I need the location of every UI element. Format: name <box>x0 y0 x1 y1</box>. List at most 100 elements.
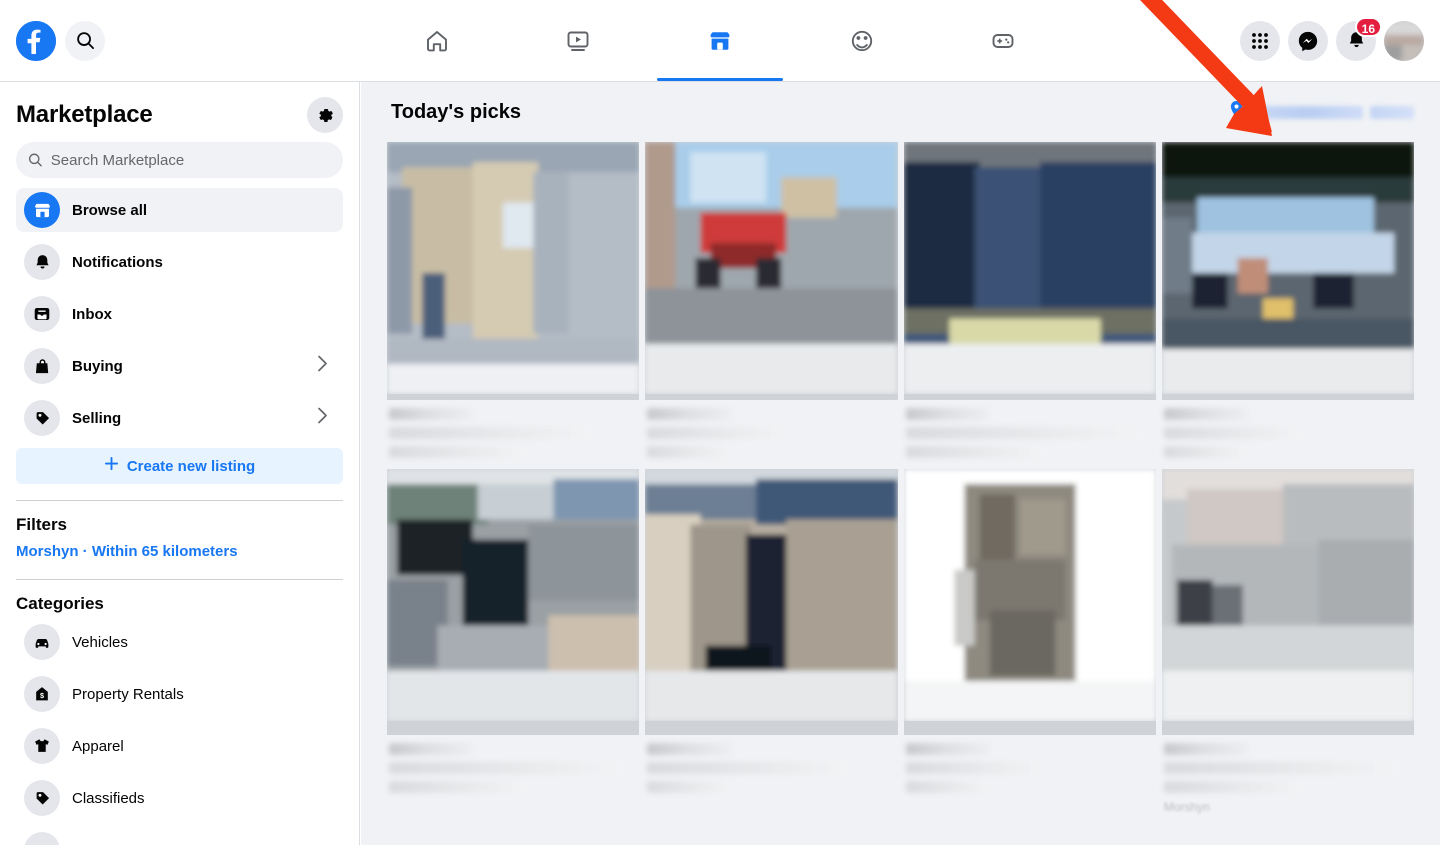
listing-title-redacted <box>647 762 851 774</box>
listing-card[interactable] <box>387 469 640 814</box>
listing-thumbnail[interactable] <box>903 142 1156 400</box>
category-item-property-rentals[interactable]: $ Property Rentals <box>16 672 343 716</box>
listing-card[interactable] <box>387 142 640 465</box>
listing-thumbnail[interactable] <box>1161 142 1414 400</box>
location-radius-filter[interactable]: Morshyn · Within 65 kilometers <box>16 541 343 563</box>
filters-heading: Filters <box>16 515 68 534</box>
listing-card[interactable]: Morshyn <box>1161 469 1414 814</box>
sidebar-item-label: Browse all <box>72 201 148 219</box>
category-label: Vehicles <box>72 633 128 651</box>
create-new-listing-button[interactable]: Create new listing <box>16 448 343 484</box>
listing-card[interactable] <box>1161 142 1414 465</box>
chevron-right-icon <box>316 354 329 379</box>
listing-card[interactable] <box>903 142 1156 465</box>
categories-heading: Categories <box>16 594 104 613</box>
notifications-bell-icon[interactable]: 16 <box>1336 16 1382 61</box>
car-icon <box>24 624 60 660</box>
listing-price-redacted <box>389 743 474 755</box>
tag-icon <box>24 780 60 816</box>
topbar-left-group <box>0 20 360 61</box>
listing-card[interactable] <box>645 469 898 814</box>
listing-title-redacted <box>389 762 625 774</box>
listing-location-redacted <box>905 446 1045 458</box>
tab-gaming[interactable] <box>932 0 1074 81</box>
sidebar-item-browse-all[interactable]: Browse all <box>16 188 343 232</box>
search-icon <box>28 153 42 167</box>
sidebar-item-buying[interactable]: Buying <box>16 344 343 388</box>
listing-price-redacted <box>647 408 732 420</box>
tab-underline <box>656 78 783 81</box>
tab-video[interactable] <box>508 0 650 81</box>
category-item-classifieds[interactable]: Classifieds <box>16 776 343 820</box>
listing-location-redacted <box>1163 781 1303 793</box>
gear-icon[interactable] <box>307 97 343 133</box>
listing-thumbnail[interactable] <box>387 469 640 735</box>
tab-underline <box>515 78 641 81</box>
category-item-partial[interactable] <box>16 828 343 845</box>
listing-title-redacted <box>389 427 593 439</box>
listing-title-redacted <box>647 427 787 439</box>
sidebar-header: Marketplace <box>16 82 343 138</box>
listing-thumbnail[interactable] <box>645 469 898 735</box>
listing-card[interactable] <box>903 469 1156 814</box>
listing-price-redacted <box>905 408 990 420</box>
sidebar-item-inbox[interactable]: Inbox <box>16 292 343 336</box>
listings-grid: Morshyn <box>361 142 1440 814</box>
messenger-icon[interactable] <box>1288 20 1328 61</box>
top-navigation-bar: 16 <box>0 0 1440 82</box>
marketplace-store-icon <box>710 31 730 50</box>
header-location-filter[interactable] <box>1229 100 1414 124</box>
todays-picks-heading: Today's picks <box>391 100 521 123</box>
listing-meta <box>645 400 897 458</box>
chevron-right-icon <box>316 406 329 431</box>
tab-groups[interactable] <box>791 0 933 81</box>
listing-meta <box>904 400 1156 458</box>
sidebar-nav-list: Browse all Notifications Inbox Buying Se… <box>16 188 343 440</box>
sidebar-divider-top <box>16 500 343 501</box>
store-icon <box>24 192 60 228</box>
facebook-marketplace-page: 16 Marketplace Search Marketplace Browse… <box>0 0 1440 845</box>
sidebar-item-notifications[interactable]: Notifications <box>16 240 343 284</box>
marketplace-sidebar: Marketplace Search Marketplace Browse al… <box>0 82 360 845</box>
listing-thumbnail[interactable] <box>1161 469 1414 735</box>
listing-price-redacted <box>905 743 990 755</box>
listing-meta <box>387 735 639 793</box>
category-item-vehicles[interactable]: Vehicles <box>16 620 343 664</box>
sidebar-divider-bottom <box>16 579 343 580</box>
page-title: Marketplace <box>16 101 153 128</box>
listing-location-partial: Morshyn <box>1163 800 1210 814</box>
tab-underline <box>374 78 500 81</box>
tab-underline <box>940 78 1066 81</box>
listing-location-redacted <box>389 446 529 458</box>
listing-meta: Morshyn <box>1162 735 1414 814</box>
gaming-controller-icon <box>992 33 1014 48</box>
profile-avatar[interactable] <box>1384 20 1424 61</box>
listing-card[interactable] <box>645 142 898 465</box>
listing-location-redacted <box>389 781 529 793</box>
listing-title-redacted <box>905 762 1045 774</box>
listing-thumbnail[interactable] <box>387 142 640 400</box>
search-input[interactable] <box>50 151 331 169</box>
listing-location-redacted <box>1163 446 1249 458</box>
category-label: Property Rentals <box>72 685 184 703</box>
sidebar-item-selling[interactable]: Selling <box>16 396 343 440</box>
facebook-logo-icon[interactable] <box>16 20 56 61</box>
listing-meta <box>1162 400 1414 458</box>
search-marketplace-field[interactable] <box>16 142 343 178</box>
price-tag-icon <box>24 400 60 436</box>
search-icon[interactable] <box>65 20 105 61</box>
sidebar-item-label: Inbox <box>72 305 112 323</box>
electronics-icon <box>24 832 60 845</box>
listing-thumbnail[interactable] <box>645 142 898 400</box>
tab-home[interactable] <box>366 0 508 81</box>
tab-underline <box>799 78 925 81</box>
tshirt-icon <box>24 728 60 764</box>
grid-menu-icon[interactable] <box>1240 20 1280 61</box>
listing-location-redacted <box>647 446 732 458</box>
category-label: Classifieds <box>72 789 145 807</box>
groups-icon <box>851 30 872 51</box>
category-item-apparel[interactable]: Apparel <box>16 724 343 768</box>
listing-thumbnail[interactable] <box>903 469 1156 735</box>
listing-location-redacted <box>647 781 732 793</box>
tab-marketplace[interactable] <box>649 0 791 81</box>
